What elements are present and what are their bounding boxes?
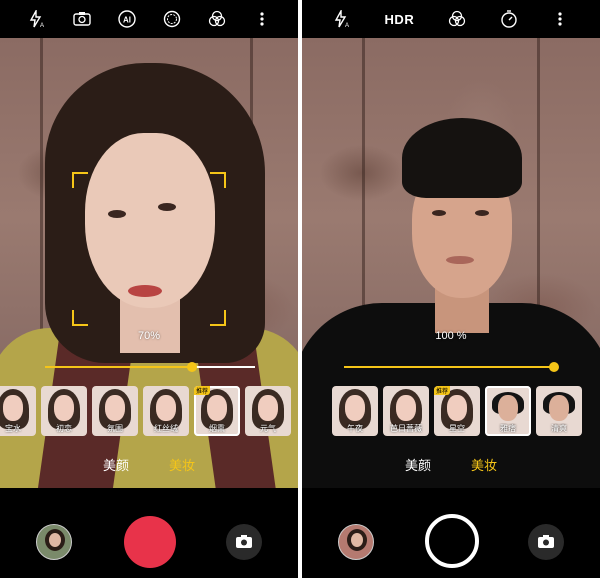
subject-eye: [432, 210, 446, 216]
focus-corner: [72, 172, 88, 188]
subject-eye: [475, 210, 489, 216]
beauty-percent: 100 %: [435, 330, 467, 342]
focus-corner: [210, 310, 226, 326]
mode-beauty[interactable]: 美颜: [405, 455, 431, 474]
mode-switch: 美颜 美妆: [0, 455, 298, 474]
focus-corner: [72, 310, 88, 326]
filter-icon[interactable]: [206, 8, 228, 30]
thumbnail-face: [447, 395, 467, 421]
thumbnail-face: [54, 395, 74, 421]
flash-auto-icon[interactable]: A: [331, 8, 353, 30]
timer-icon[interactable]: [498, 8, 520, 30]
makeup-style-strip: 午夜 芭日蔷薇 推荐 星空 雅痞 清爽: [332, 386, 600, 438]
makeup-style-label: 星空: [449, 424, 465, 433]
mode-makeup[interactable]: 美妆: [471, 455, 497, 474]
makeup-style-label: 清爽: [551, 424, 567, 433]
camera-comparison: A AI 70% 宝水 初恋 氛围 红丝绒 推荐 烟熏 元气 美颜 美妆 A H…: [0, 0, 600, 578]
camera-screen-right: A HDR 100 % 午夜 芭日蔷薇 推荐 星空 雅痞 清爽 美颜 美妆: [302, 0, 600, 578]
svg-text:A: A: [345, 23, 349, 28]
shutter-button[interactable]: [425, 514, 479, 568]
subject-eye: [158, 203, 176, 211]
thumbnail-face: [3, 395, 23, 421]
beauty-slider[interactable]: [344, 362, 559, 372]
recommended-badge: 推荐: [434, 386, 451, 395]
beauty-slider-fill: [45, 366, 192, 368]
makeup-style-thumbnail[interactable]: 雅痞: [485, 386, 531, 436]
makeup-style-label: 芭日蔷薇: [390, 424, 422, 433]
thumbnail-face: [258, 395, 278, 421]
flip-camera-icon: [236, 535, 252, 548]
makeup-style-label: 烟熏: [209, 424, 225, 433]
makeup-style-label: 红丝绒: [154, 424, 178, 433]
beauty-percent: 70%: [137, 330, 161, 342]
beauty-slider-knob[interactable]: [549, 362, 559, 372]
svg-text:A: A: [40, 23, 44, 28]
makeup-style-label: 雅痞: [500, 424, 516, 433]
filter-icon[interactable]: [446, 8, 468, 30]
beauty-slider-fill: [344, 366, 554, 368]
makeup-style-thumbnail[interactable]: 宝水: [0, 386, 36, 436]
camera-topbar: A HDR: [302, 0, 600, 38]
more-icon[interactable]: [251, 8, 273, 30]
hdr-icon[interactable]: HDR: [382, 8, 416, 30]
thumbnail-face: [549, 395, 569, 421]
thumbnail-face: [345, 395, 365, 421]
subject-face: [85, 133, 215, 308]
flip-camera-button[interactable]: [226, 524, 262, 560]
makeup-style-thumbnail[interactable]: 氛围: [92, 386, 138, 436]
makeup-style-label: 初恋: [56, 424, 72, 433]
beauty-slider[interactable]: [45, 362, 255, 372]
ai-icon[interactable]: AI: [116, 8, 138, 30]
subject-lips: [128, 285, 162, 297]
gallery-thumbnail[interactable]: [36, 524, 72, 560]
ai-label: AI: [123, 16, 131, 25]
thumbnail-face: [105, 395, 125, 421]
subject-eye: [108, 210, 126, 218]
camera-screen-left: A AI 70% 宝水 初恋 氛围 红丝绒 推荐 烟熏 元气 美颜 美妆: [0, 0, 298, 578]
gallery-thumbnail[interactable]: [338, 524, 374, 560]
makeup-style-thumbnail[interactable]: 推荐烟熏: [194, 386, 240, 436]
mode-beauty[interactable]: 美颜: [103, 455, 129, 474]
makeup-style-thumbnail[interactable]: 红丝绒: [143, 386, 189, 436]
thumbnail-face: [498, 395, 518, 421]
makeup-style-thumbnail[interactable]: 元气: [245, 386, 291, 436]
aperture-icon[interactable]: [161, 8, 183, 30]
subject-lips: [446, 256, 474, 264]
gallery-thumb-face: [49, 533, 61, 547]
makeup-style-strip: 宝水 初恋 氛围 红丝绒 推荐 烟熏 元气: [0, 386, 298, 438]
makeup-style-label: 宝水: [5, 424, 21, 433]
camera-switch-icon[interactable]: [71, 8, 93, 30]
shutter-button[interactable]: [124, 516, 176, 568]
gallery-thumb-face: [351, 533, 363, 547]
makeup-style-label: 氛围: [107, 424, 123, 433]
more-icon[interactable]: [549, 8, 571, 30]
mode-makeup[interactable]: 美妆: [169, 455, 195, 474]
makeup-style-thumbnail[interactable]: 芭日蔷薇: [383, 386, 429, 436]
makeup-style-thumbnail[interactable]: 清爽: [536, 386, 582, 436]
makeup-style-thumbnail[interactable]: 初恋: [41, 386, 87, 436]
recommended-badge: 推荐: [194, 386, 211, 395]
subject-hair: [402, 118, 522, 198]
thumbnail-face: [207, 395, 227, 421]
mode-switch: 美颜 美妆: [302, 455, 600, 474]
shutter-bar: [302, 508, 600, 578]
flip-camera-button[interactable]: [528, 524, 564, 560]
makeup-style-label: 元气: [260, 424, 276, 433]
camera-topbar: A AI: [0, 0, 298, 38]
makeup-style-thumbnail[interactable]: 午夜: [332, 386, 378, 436]
beauty-slider-knob[interactable]: [187, 362, 197, 372]
flip-camera-icon: [538, 535, 554, 548]
focus-corner: [210, 172, 226, 188]
flash-auto-icon[interactable]: A: [26, 8, 48, 30]
makeup-style-label: 午夜: [347, 424, 363, 433]
thumbnail-face: [156, 395, 176, 421]
thumbnail-face: [396, 395, 416, 421]
makeup-style-thumbnail[interactable]: 推荐星空: [434, 386, 480, 436]
shutter-bar: [0, 508, 298, 578]
